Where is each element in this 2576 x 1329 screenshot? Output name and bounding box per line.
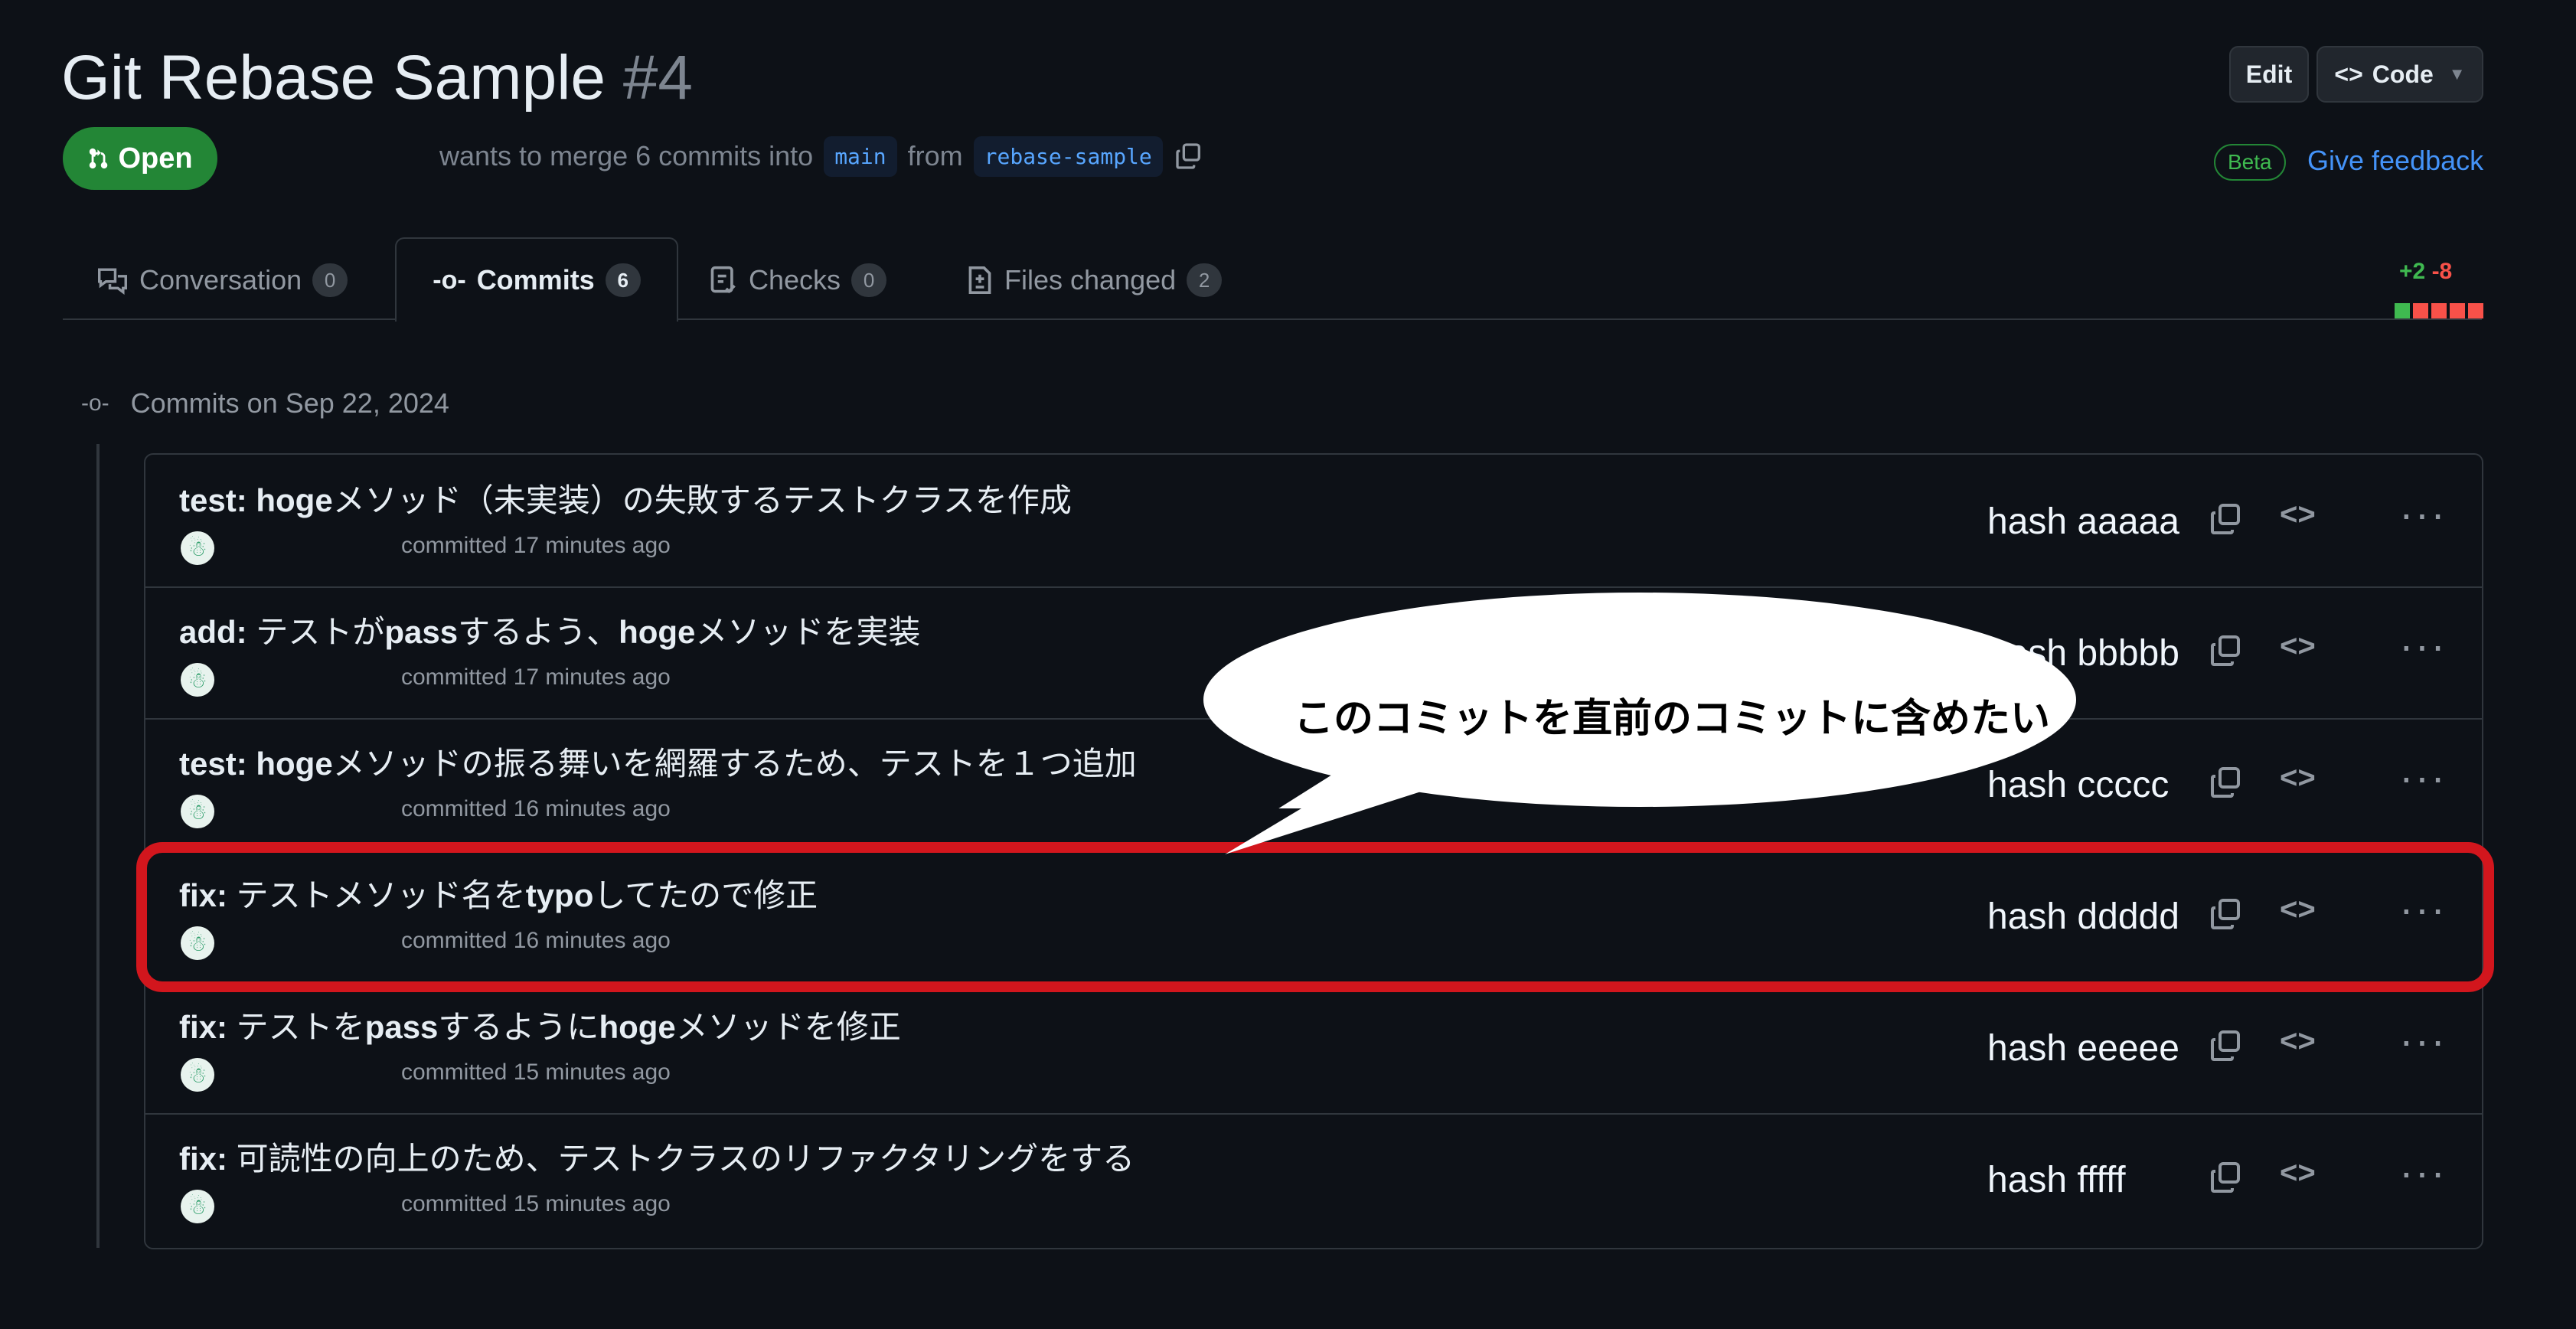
avatar[interactable]: ☃: [181, 531, 214, 565]
commit-row[interactable]: test: hogeメソッド（未実装）の失敗するテストクラスを作成 ☃ comm…: [145, 455, 2482, 588]
code-button-label: Code: [2372, 60, 2434, 88]
give-feedback-link[interactable]: Give feedback: [2307, 144, 2483, 178]
chevron-down-icon: ▼: [2448, 64, 2466, 83]
tab-conversation-label: Conversation: [139, 264, 302, 296]
more-options-icon[interactable]: ···: [2399, 620, 2447, 670]
bubble-text: このコミットを直前のコミットに含めたい: [1294, 697, 2051, 741]
code-button[interactable]: <> Code ▼: [2316, 46, 2483, 103]
more-options-icon[interactable]: ···: [2399, 752, 2447, 802]
commit-message[interactable]: fix: テストをpassするようにhogeメソッドを修正: [179, 1001, 901, 1048]
copy-icon[interactable]: [1174, 141, 1204, 171]
copy-icon[interactable]: [2208, 1159, 2245, 1196]
more-options-icon[interactable]: ···: [2399, 488, 2447, 538]
browse-code-icon[interactable]: <>: [2280, 629, 2316, 664]
commit-message[interactable]: test: hogeメソッド（未実装）の失敗するテストクラスを作成: [179, 475, 1072, 521]
head-branch[interactable]: rebase-sample: [973, 136, 1163, 177]
tab-files-changed[interactable]: Files changed 2: [966, 242, 1223, 318]
commits-date: Commits on Sep 22, 2024: [130, 387, 449, 419]
tab-commits-label: Commits: [476, 264, 595, 296]
commit-time: committed 16 minutes ago: [401, 796, 671, 821]
copy-icon[interactable]: [2208, 764, 2245, 801]
pull-request-icon: [90, 148, 108, 169]
tab-conversation[interactable]: Conversation 0: [96, 242, 348, 318]
commit-time: committed 17 minutes ago: [401, 533, 671, 558]
browse-code-icon[interactable]: <>: [2280, 1024, 2316, 1059]
commit-time: committed 15 minutes ago: [401, 1060, 671, 1085]
checklist-icon: [710, 266, 736, 294]
merge-info: wants to merge 6 commits into main from …: [439, 135, 1204, 178]
tab-checks-label: Checks: [749, 264, 841, 296]
diff-block-del: [2468, 303, 2483, 318]
tab-conversation-count: 0: [312, 263, 348, 297]
commit-hash[interactable]: hash aaaaa: [1987, 501, 2179, 543]
speech-bubble-tail: [1225, 781, 1455, 854]
file-diff-icon: [968, 266, 991, 294]
avatar[interactable]: ☃: [181, 1058, 214, 1092]
pr-title-text: Git Rebase Sample: [61, 43, 606, 113]
diff-additions: +2: [2399, 259, 2426, 284]
commit-hash[interactable]: hash fffff: [1987, 1159, 2126, 1201]
more-options-icon[interactable]: ···: [2399, 1147, 2447, 1197]
code-icon: <>: [2334, 60, 2363, 88]
tab-checks[interactable]: Checks 0: [709, 242, 887, 318]
diff-block-add: [2395, 303, 2410, 318]
browse-code-icon[interactable]: <>: [2280, 498, 2316, 532]
browse-code-icon[interactable]: <>: [2280, 1156, 2316, 1190]
copy-icon[interactable]: [2208, 632, 2245, 669]
pr-title: Git Rebase Sample #4: [61, 40, 693, 116]
commit-row[interactable]: fix: テストをpassするようにhogeメソッドを修正 ☃ committe…: [145, 981, 2482, 1115]
commit-hash[interactable]: hash eeeee: [1987, 1027, 2179, 1069]
tab-commits-count: 6: [605, 263, 641, 297]
pr-number: #4: [622, 43, 694, 113]
avatar[interactable]: ☃: [181, 1190, 214, 1223]
tab-checks-count: 0: [851, 263, 887, 297]
commit-time: committed 17 minutes ago: [401, 664, 671, 690]
diff-block-del: [2431, 303, 2447, 318]
edit-button[interactable]: Edit: [2229, 46, 2309, 103]
tab-files-count: 2: [1187, 263, 1223, 297]
commits-date-header: -o- Commits on Sep 22, 2024: [81, 387, 449, 420]
browse-code-icon[interactable]: <>: [2280, 761, 2316, 795]
copy-icon[interactable]: [2208, 1027, 2245, 1064]
diff-block-del: [2413, 303, 2428, 318]
diff-block-del: [2450, 303, 2465, 318]
commit-message[interactable]: fix: 可読性の向上のため、テストクラスのリファクタリングをする: [179, 1133, 1135, 1180]
status-badge: Open: [63, 127, 217, 190]
diff-blocks: [2395, 303, 2483, 318]
conversation-icon: [98, 268, 127, 295]
merge-prefix: wants to merge 6 commits into: [439, 140, 814, 171]
tab-commits[interactable]: -o- Commits 6: [395, 237, 678, 322]
commit-time: committed 15 minutes ago: [401, 1191, 671, 1216]
commit-message[interactable]: test: hogeメソッドの振る舞いを網羅するため、テストを１つ追加: [179, 738, 1137, 785]
beta-badge: Beta: [2214, 144, 2286, 181]
avatar[interactable]: ☃: [181, 795, 214, 828]
avatar[interactable]: ☃: [181, 663, 214, 697]
diff-deletions: -8: [2431, 259, 2453, 284]
base-branch[interactable]: main: [824, 136, 897, 177]
status-label: Open: [118, 142, 193, 175]
commit-icon: -o-: [433, 265, 466, 295]
highlight-box: [136, 842, 2494, 992]
commit-row[interactable]: fix: 可読性の向上のため、テストクラスのリファクタリングをする ☃ comm…: [145, 1113, 2482, 1245]
commit-message[interactable]: add: テストがpassするよう、hogeメソッドを実装: [179, 606, 920, 653]
diff-stat: +2 -8: [2399, 259, 2452, 285]
commit-icon: -o-: [81, 390, 109, 416]
copy-icon[interactable]: [2208, 501, 2245, 537]
more-options-icon[interactable]: ···: [2399, 1015, 2447, 1065]
from-word: from: [907, 140, 963, 171]
timeline-line: [96, 444, 100, 1248]
tab-files-label: Files changed: [1004, 264, 1177, 296]
